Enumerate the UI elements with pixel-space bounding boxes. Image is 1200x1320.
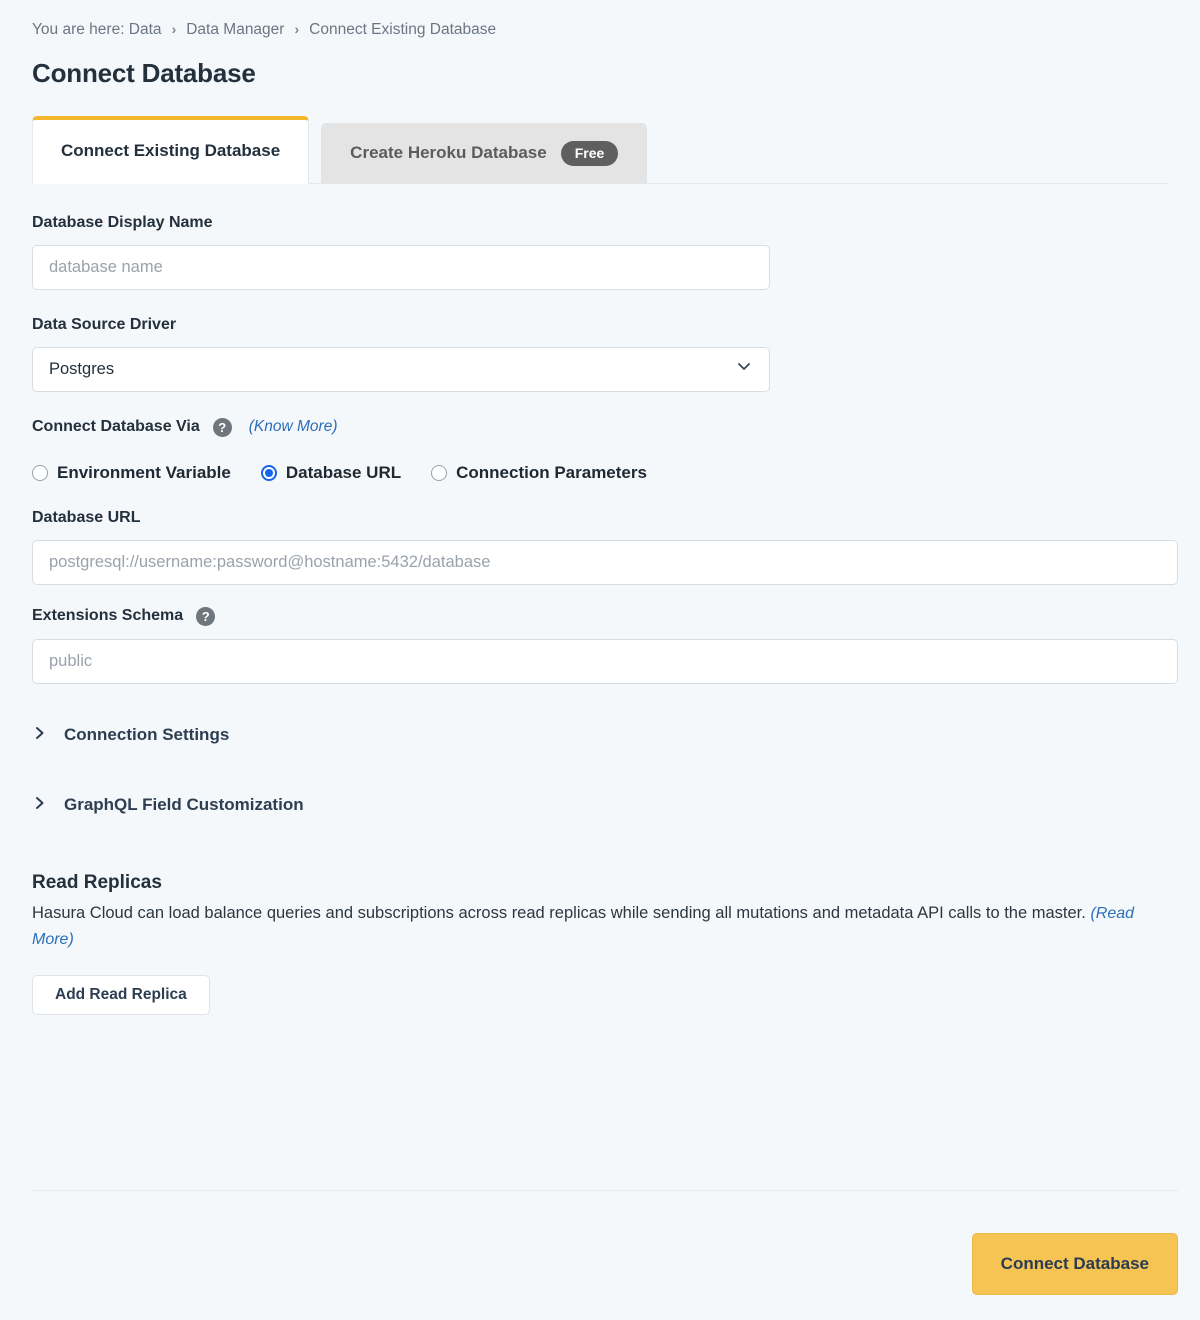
label-text: Connect Database Via (32, 418, 200, 435)
tab-bar: Connect Existing Database Create Heroku … (32, 115, 1168, 184)
database-display-name-input[interactable] (32, 244, 770, 290)
collapsible-label: GraphQL Field Customization (64, 795, 304, 814)
label-text: Data Source Driver (32, 315, 177, 333)
radio-icon (32, 464, 48, 481)
collapsible-graphql-field-customization[interactable]: GraphQL Field Customization (32, 794, 1168, 817)
radio-label: Environment Variable (57, 462, 231, 482)
extensions-schema-label: Extensions Schema ? (32, 606, 1168, 626)
help-circle-icon[interactable]: ? (196, 606, 216, 626)
breadcrumb: You are here: Data › Data Manager › Conn… (32, 0, 1168, 38)
footer-actions: Connect Database (32, 1233, 1178, 1295)
connect-database-via-label: Connect Database Via ? (Know More) (32, 417, 1168, 437)
chevron-right-icon: › (171, 20, 177, 37)
data-source-driver-select[interactable]: Postgres (32, 346, 770, 392)
extensions-schema-input[interactable] (32, 638, 1178, 684)
tab-label: Create Heroku Database (350, 143, 547, 162)
page-title: Connect Database (32, 57, 256, 88)
add-read-replica-button[interactable]: Add Read Replica (32, 975, 210, 1016)
tab-connect-existing-database[interactable]: Connect Existing Database (32, 115, 310, 184)
radio-database-url[interactable]: Database URL (260, 462, 402, 483)
radio-icon-selected (260, 464, 277, 481)
chevron-right-icon (32, 724, 48, 747)
connect-via-radio-group: Environment Variable Database URL Connec… (32, 463, 1168, 483)
database-url-label: Database URL (32, 509, 1168, 527)
data-source-driver-select-wrapper: Postgres (32, 346, 770, 392)
help-circle-icon[interactable]: ? (212, 417, 232, 437)
database-url-input[interactable] (32, 539, 1178, 585)
breadcrumb-prefix[interactable]: You are here: Data (32, 22, 162, 38)
free-badge: Free (560, 140, 619, 166)
collapsible-label: Connection Settings (64, 725, 230, 744)
read-replicas-section: Read Replicas Hasura Cloud can load bala… (32, 872, 1168, 1016)
know-more-link[interactable]: (Know More) (249, 418, 338, 436)
chevron-right-icon: › (294, 20, 300, 37)
breadcrumb-item-connect-existing-database: Connect Existing Database (309, 21, 497, 38)
tab-create-heroku-database[interactable]: Create Heroku Database Free (321, 122, 648, 183)
breadcrumb-item-data-manager[interactable]: Data Manager (186, 22, 284, 38)
label-text: Database URL (32, 508, 141, 526)
connect-database-page: You are here: Data › Data Manager › Conn… (0, 0, 1200, 1320)
radio-label: Database URL (285, 462, 402, 482)
read-replicas-description: Hasura Cloud can load balance queries an… (32, 900, 1168, 954)
radio-connection-parameters[interactable]: Connection Parameters (431, 463, 647, 483)
label-text: Database Display Name (32, 213, 213, 231)
database-display-name-label: Database Display Name (32, 214, 1168, 232)
radio-environment-variable[interactable]: Environment Variable (32, 463, 231, 483)
data-source-driver-label: Data Source Driver (32, 316, 1168, 334)
collapsible-connection-settings[interactable]: Connection Settings (32, 724, 1168, 747)
radio-label: Connection Parameters (456, 462, 647, 482)
radio-icon (431, 464, 448, 481)
read-replicas-title: Read Replicas (32, 871, 162, 893)
footer-divider (32, 1190, 1178, 1191)
read-replicas-description-text: Hasura Cloud can load balance queries an… (32, 903, 1086, 922)
label-text: Extensions Schema (32, 607, 184, 624)
tab-label: Connect Existing Database (61, 141, 281, 160)
chevron-right-icon (32, 794, 48, 817)
connect-database-form: Database Display Name Data Source Driver… (32, 184, 1178, 1016)
connect-database-button[interactable]: Connect Database (971, 1233, 1178, 1295)
